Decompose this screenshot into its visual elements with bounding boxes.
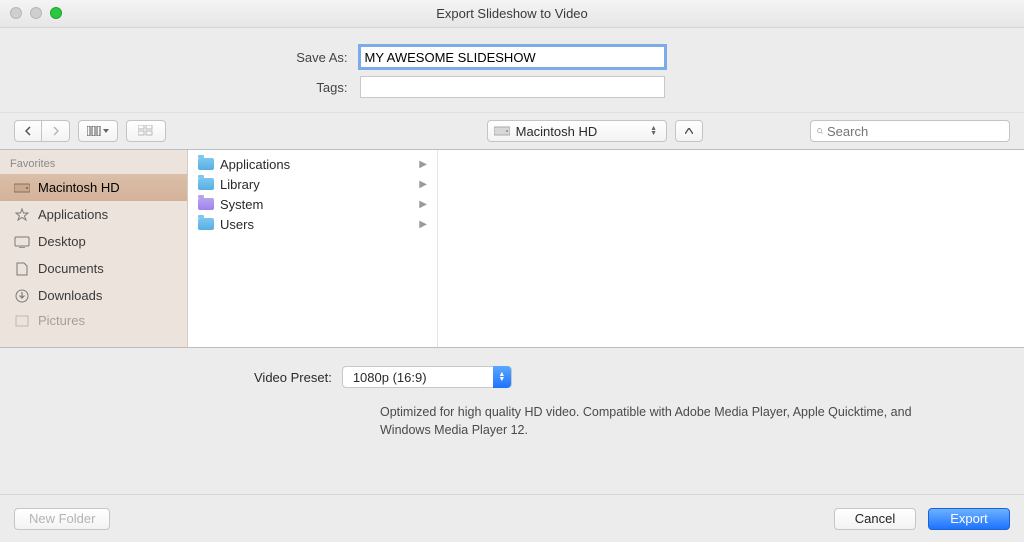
view-mode-button[interactable] [78, 120, 118, 142]
save-as-input[interactable] [360, 46, 665, 68]
sidebar-item-macintosh-hd[interactable]: Macintosh HD [0, 174, 187, 201]
folder-icon [198, 218, 214, 230]
updown-icon: ▲▼ [493, 366, 511, 388]
tags-label: Tags: [22, 80, 352, 95]
sidebar-item-desktop[interactable]: Desktop [0, 228, 187, 255]
chevron-up-icon [685, 128, 693, 134]
options-panel: Video Preset: 1080p (16:9) ▲▼ Optimized … [0, 348, 1024, 455]
save-form: Save As: Tags: [0, 28, 1024, 112]
folder-label: Library [220, 177, 260, 192]
chevron-right-icon: ▶ [419, 199, 427, 210]
applications-icon [14, 207, 30, 223]
window-controls [10, 7, 62, 19]
chevron-right-icon: ▶ [419, 219, 427, 230]
sidebar-item-documents[interactable]: Documents [0, 255, 187, 282]
new-folder-button[interactable]: New Folder [14, 508, 110, 530]
folder-icon [198, 198, 214, 210]
tags-input[interactable] [360, 76, 665, 98]
column-view: Applications ▶ Library ▶ System ▶ Users … [188, 150, 438, 347]
forward-button[interactable] [42, 120, 70, 142]
zoom-window-button[interactable] [50, 7, 62, 19]
save-as-label: Save As: [22, 50, 352, 65]
search-input[interactable] [827, 124, 1003, 139]
video-preset-popup[interactable]: 1080p (16:9) ▲▼ [342, 366, 512, 388]
window-title: Export Slideshow to Video [436, 6, 588, 21]
folder-users[interactable]: Users ▶ [188, 214, 437, 234]
downloads-icon [14, 288, 30, 304]
collapse-button[interactable] [675, 120, 703, 142]
close-window-button[interactable] [10, 7, 22, 19]
cancel-button[interactable]: Cancel [834, 508, 916, 530]
nav-back-forward [14, 120, 70, 142]
updown-icon: ▲▼ [648, 126, 660, 136]
sidebar-item-label: Applications [38, 207, 108, 222]
chevron-right-icon: ▶ [419, 159, 427, 170]
documents-icon [14, 261, 30, 277]
sidebar-item-label: Downloads [38, 288, 102, 303]
folder-library[interactable]: Library ▶ [188, 174, 437, 194]
hdd-icon [14, 180, 30, 196]
file-browser: Favorites Macintosh HD Applications Desk… [0, 150, 1024, 348]
video-preset-description: Optimized for high quality HD video. Com… [0, 388, 1024, 443]
finder-toolbar: Macintosh HD ▲▼ [0, 112, 1024, 150]
pictures-icon [14, 313, 30, 329]
desktop-icon [14, 234, 30, 250]
video-preset-value: 1080p (16:9) [353, 370, 427, 385]
export-button[interactable]: Export [928, 508, 1010, 530]
folder-label: Applications [220, 157, 290, 172]
chevron-down-icon [103, 129, 109, 133]
location-label: Macintosh HD [516, 124, 598, 139]
sidebar-item-pictures[interactable]: Pictures [0, 307, 187, 334]
sidebar-item-applications[interactable]: Applications [0, 201, 187, 228]
folder-icon [198, 178, 214, 190]
sidebar-item-label: Pictures [38, 313, 85, 328]
sidebar-item-downloads[interactable]: Downloads [0, 282, 187, 309]
location-popup[interactable]: Macintosh HD ▲▼ [487, 120, 667, 142]
folder-label: System [220, 197, 263, 212]
sidebar-item-label: Documents [38, 261, 104, 276]
folder-icon [198, 158, 214, 170]
folder-system[interactable]: System ▶ [188, 194, 437, 214]
minimize-window-button[interactable] [30, 7, 42, 19]
video-preset-label: Video Preset: [254, 370, 332, 385]
group-button[interactable] [126, 120, 166, 142]
sidebar-item-label: Desktop [38, 234, 86, 249]
sidebar: Favorites Macintosh HD Applications Desk… [0, 150, 188, 347]
search-icon [817, 125, 823, 137]
search-field[interactable] [810, 120, 1010, 142]
grid-icon [138, 125, 154, 137]
folder-applications[interactable]: Applications ▶ [188, 154, 437, 174]
chevron-right-icon: ▶ [419, 179, 427, 190]
folder-label: Users [220, 217, 254, 232]
hdd-icon [494, 125, 510, 137]
sidebar-header: Favorites [0, 156, 187, 174]
titlebar: Export Slideshow to Video [0, 0, 1024, 28]
back-button[interactable] [14, 120, 42, 142]
dialog-footer: New Folder Cancel Export [0, 494, 1024, 542]
sidebar-item-label: Macintosh HD [38, 180, 120, 195]
